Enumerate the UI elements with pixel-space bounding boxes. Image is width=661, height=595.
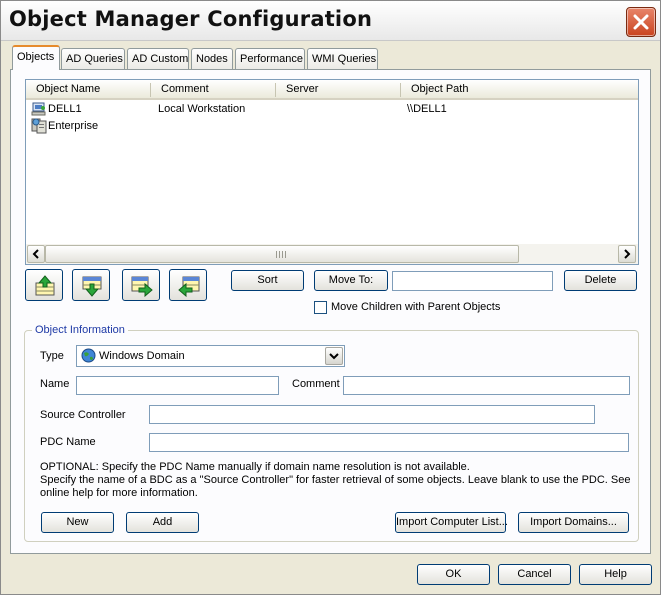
comment-label: Comment [292,378,340,390]
move-down-icon [82,276,102,297]
cancel-button[interactable]: Cancel [498,564,571,585]
move-to-top-icon [35,275,55,296]
move-to-input[interactable] [392,271,553,291]
column-object-path[interactable]: Object Path [401,83,638,97]
name-field[interactable] [76,376,279,395]
tab-ad-custom[interactable]: AD Custom [127,48,189,69]
list-item[interactable]: DELL1 Local Workstation \\DELL1 [30,101,636,118]
move-children-checkbox[interactable] [314,301,327,314]
move-right-button[interactable] [122,269,160,301]
list-item[interactable]: Enterprise [30,118,636,135]
move-to-top-button[interactable] [25,269,63,301]
objects-list[interactable]: Object Name Comment Server Object Path D… [25,79,639,265]
note-line-3: online help for more information. [40,487,198,499]
pdc-name-field[interactable] [149,433,629,452]
source-controller-label: Source Controller [40,409,126,421]
source-controller-field[interactable] [149,405,595,424]
tab-performance[interactable]: Performance [235,48,305,69]
tab-ad-queries[interactable]: AD Queries [61,48,125,69]
close-button[interactable] [626,7,656,37]
type-value: Windows Domain [99,350,185,362]
note-line-2: Specify the name of a BDC as a "Source C… [40,474,631,486]
chevron-down-icon [329,353,339,360]
note-line-1: OPTIONAL: Specify the PDC Name manually … [40,461,470,473]
dropdown-button[interactable] [325,347,343,365]
tab-wmi-queries[interactable]: WMI Queries [307,48,378,69]
row-name: Enterprise [48,120,99,132]
row-name: DELL1 [48,103,82,115]
row-comment: Local Workstation [158,103,246,115]
type-label: Type [40,350,64,362]
add-button[interactable]: Add [126,512,199,533]
tab-nodes[interactable]: Nodes [191,48,233,69]
column-server[interactable]: Server [276,83,401,97]
title-bar[interactable]: Object Manager Configuration [1,1,660,41]
computer-icon [31,102,46,116]
dialog-window: Object Manager Configuration Objects AD … [0,0,661,595]
scroll-thumb[interactable] [45,245,519,263]
comment-field[interactable] [343,376,630,395]
horizontal-scrollbar[interactable] [26,244,638,264]
window-title: Object Manager Configuration [9,7,373,31]
move-down-button[interactable] [72,269,110,301]
move-back-button[interactable] [169,269,207,301]
new-button[interactable]: New [41,512,114,533]
sort-button[interactable]: Sort [231,270,304,291]
pdc-name-label: PDC Name [40,436,96,448]
move-back-icon [178,276,200,297]
group-legend: Object Information [32,324,128,336]
delete-button[interactable]: Delete [564,270,637,291]
column-object-name[interactable]: Object Name [26,83,151,97]
globe-icon [81,348,96,363]
move-right-icon [131,276,153,297]
enterprise-icon [31,118,47,134]
close-icon [633,14,649,30]
ok-button[interactable]: OK [417,564,490,585]
move-to-button[interactable]: Move To: [314,270,388,291]
scroll-left-button[interactable] [27,245,45,263]
import-domains-button[interactable]: Import Domains... [518,512,629,533]
column-comment[interactable]: Comment [151,83,276,97]
import-computer-list-button[interactable]: Import Computer List... [395,512,508,533]
type-select[interactable]: Windows Domain [76,345,345,367]
tab-objects[interactable]: Objects [12,45,60,70]
move-children-label: Move Children with Parent Objects [331,301,501,313]
chevron-left-icon [32,249,39,259]
help-button[interactable]: Help [579,564,652,585]
name-label: Name [40,378,70,390]
row-path: \\DELL1 [407,103,447,115]
list-header: Object Name Comment Server Object Path [26,80,638,100]
chevron-right-icon [624,249,631,259]
scroll-right-button[interactable] [618,245,636,263]
grip-icon [276,251,286,258]
